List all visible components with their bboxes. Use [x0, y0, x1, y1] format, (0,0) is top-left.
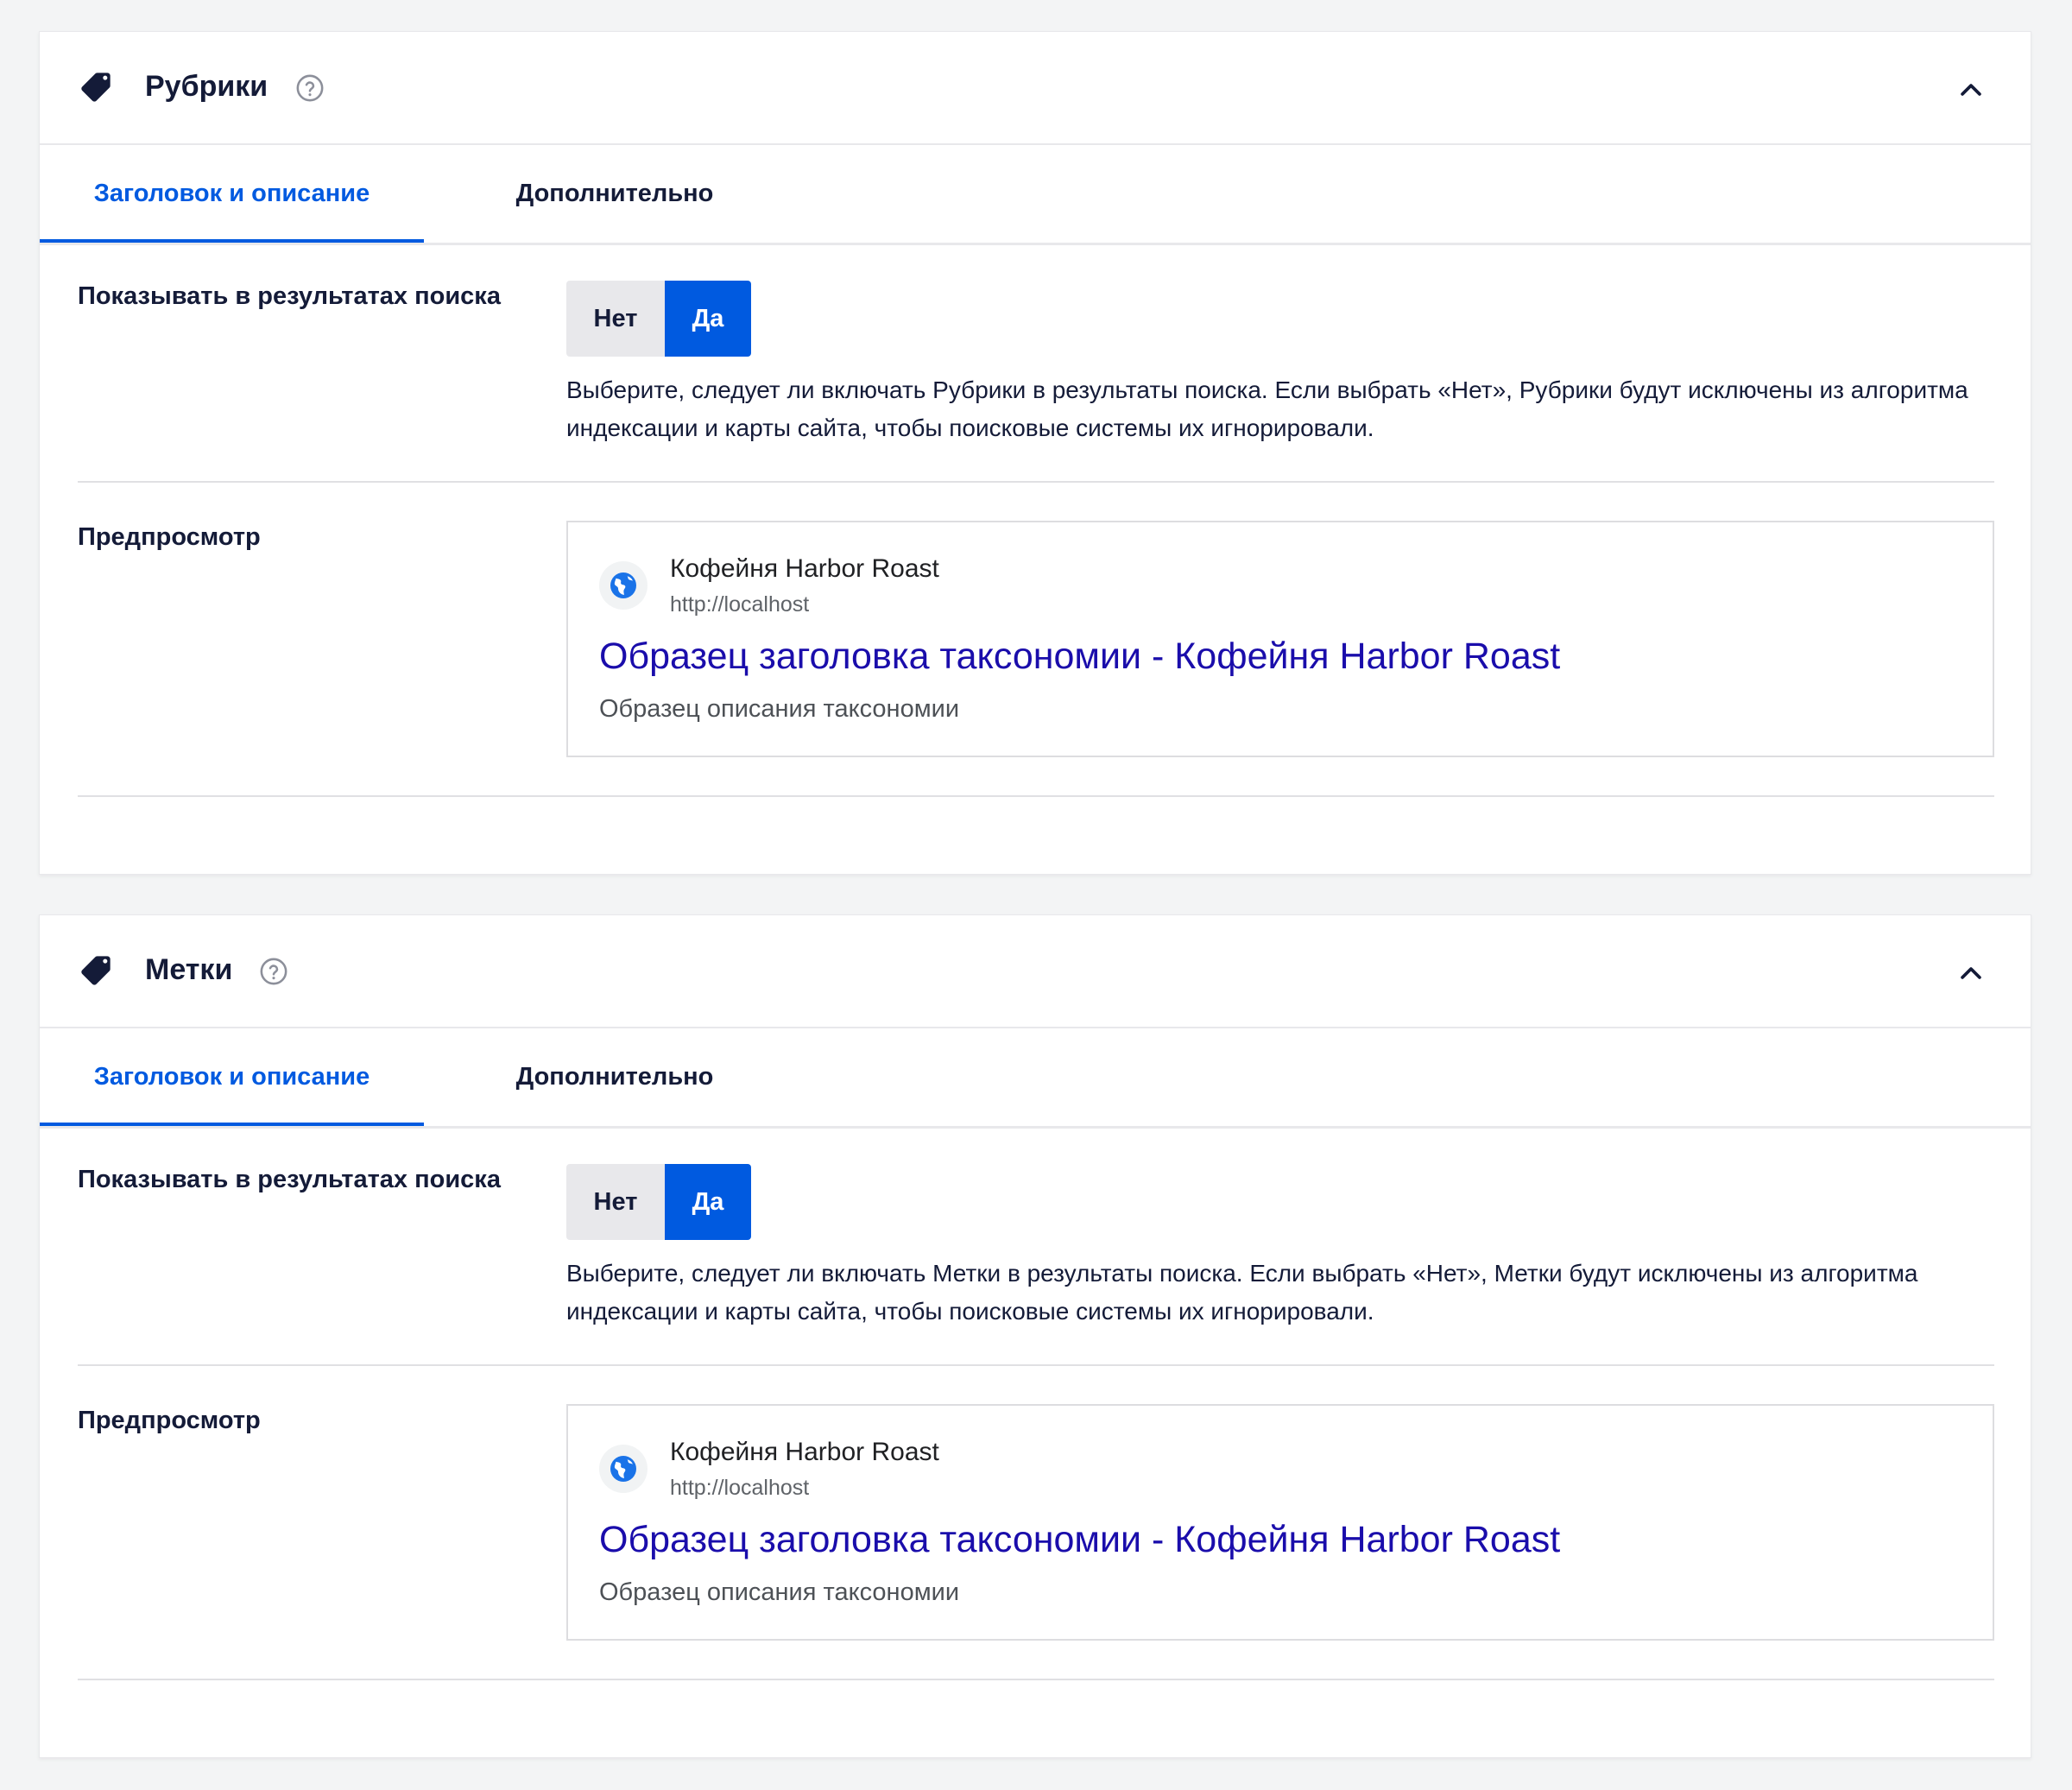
toggle-yes-button[interactable]: Да [665, 1164, 751, 1240]
preview-description: Образец описания таксономии [599, 1578, 960, 1606]
favicon [599, 1445, 648, 1493]
toggle-yes-button[interactable]: Да [665, 281, 751, 357]
divider [78, 481, 1994, 483]
search-preview: Кофейня Harbor Roast http://localhost Об… [566, 521, 1994, 757]
tabs-bar: Заголовок и описание Дополнительно [40, 145, 2031, 245]
taxonomy-card-categories: Рубрики Заголовок и описание Дополнитель… [39, 31, 2031, 875]
divider [78, 1679, 1994, 1680]
show-in-search-toggle: Нет Да [566, 281, 751, 357]
preview-url: http://localhost [670, 1476, 810, 1500]
preview-label: Предпросмотр [78, 523, 261, 551]
show-in-search-description: Выберите, следует ли включать Рубрики в … [566, 376, 1968, 441]
tab-advanced[interactable]: Дополнительно [471, 1028, 758, 1126]
preview-title-link[interactable]: Образец заголовка таксономии - Кофейня H… [599, 1516, 1560, 1565]
preview-title-link[interactable]: Образец заголовка таксономии - Кофейня H… [599, 633, 1560, 681]
help-circle-icon[interactable] [295, 73, 325, 103]
section-title: Метки [145, 953, 233, 986]
preview-site-name: Кофейня Harbor Roast [670, 554, 939, 583]
tab-title-description[interactable]: Заголовок и описание [40, 1028, 424, 1126]
show-in-search-toggle: Нет Да [566, 1164, 751, 1240]
show-in-search-description: Выберите, следует ли включать Метки в ре… [566, 1260, 1918, 1325]
show-in-search-label: Показывать в результатах поиска [78, 282, 501, 310]
tag-icon [81, 956, 111, 985]
section-title: Рубрики [145, 70, 268, 103]
divider [78, 1364, 1994, 1366]
toggle-no-button[interactable]: Нет [566, 1164, 665, 1240]
toggle-no-button[interactable]: Нет [566, 281, 665, 357]
chevron-up-icon[interactable] [1956, 958, 1986, 988]
taxonomy-card-tags: Метки Заголовок и описание Дополнительно… [39, 914, 2031, 1758]
preview-description: Образец описания таксономии [599, 695, 960, 723]
tabs-bar: Заголовок и описание Дополнительно [40, 1028, 2031, 1129]
tab-title-description[interactable]: Заголовок и описание [40, 145, 424, 243]
divider [78, 795, 1994, 797]
search-preview: Кофейня Harbor Roast http://localhost Об… [566, 1404, 1994, 1641]
preview-url: http://localhost [670, 592, 810, 617]
card-header[interactable]: Рубрики [40, 32, 2031, 145]
tab-advanced[interactable]: Дополнительно [471, 145, 758, 243]
globe-icon [610, 572, 636, 598]
help-circle-icon[interactable] [259, 957, 288, 986]
show-in-search-label: Показывать в результатах поиска [78, 1166, 501, 1193]
tag-icon [81, 73, 111, 102]
card-header[interactable]: Метки [40, 915, 2031, 1028]
favicon [599, 561, 648, 610]
chevron-up-icon[interactable] [1956, 75, 1986, 104]
globe-icon [610, 1456, 636, 1482]
preview-label: Предпросмотр [78, 1407, 261, 1434]
preview-site-name: Кофейня Harbor Roast [670, 1438, 939, 1466]
